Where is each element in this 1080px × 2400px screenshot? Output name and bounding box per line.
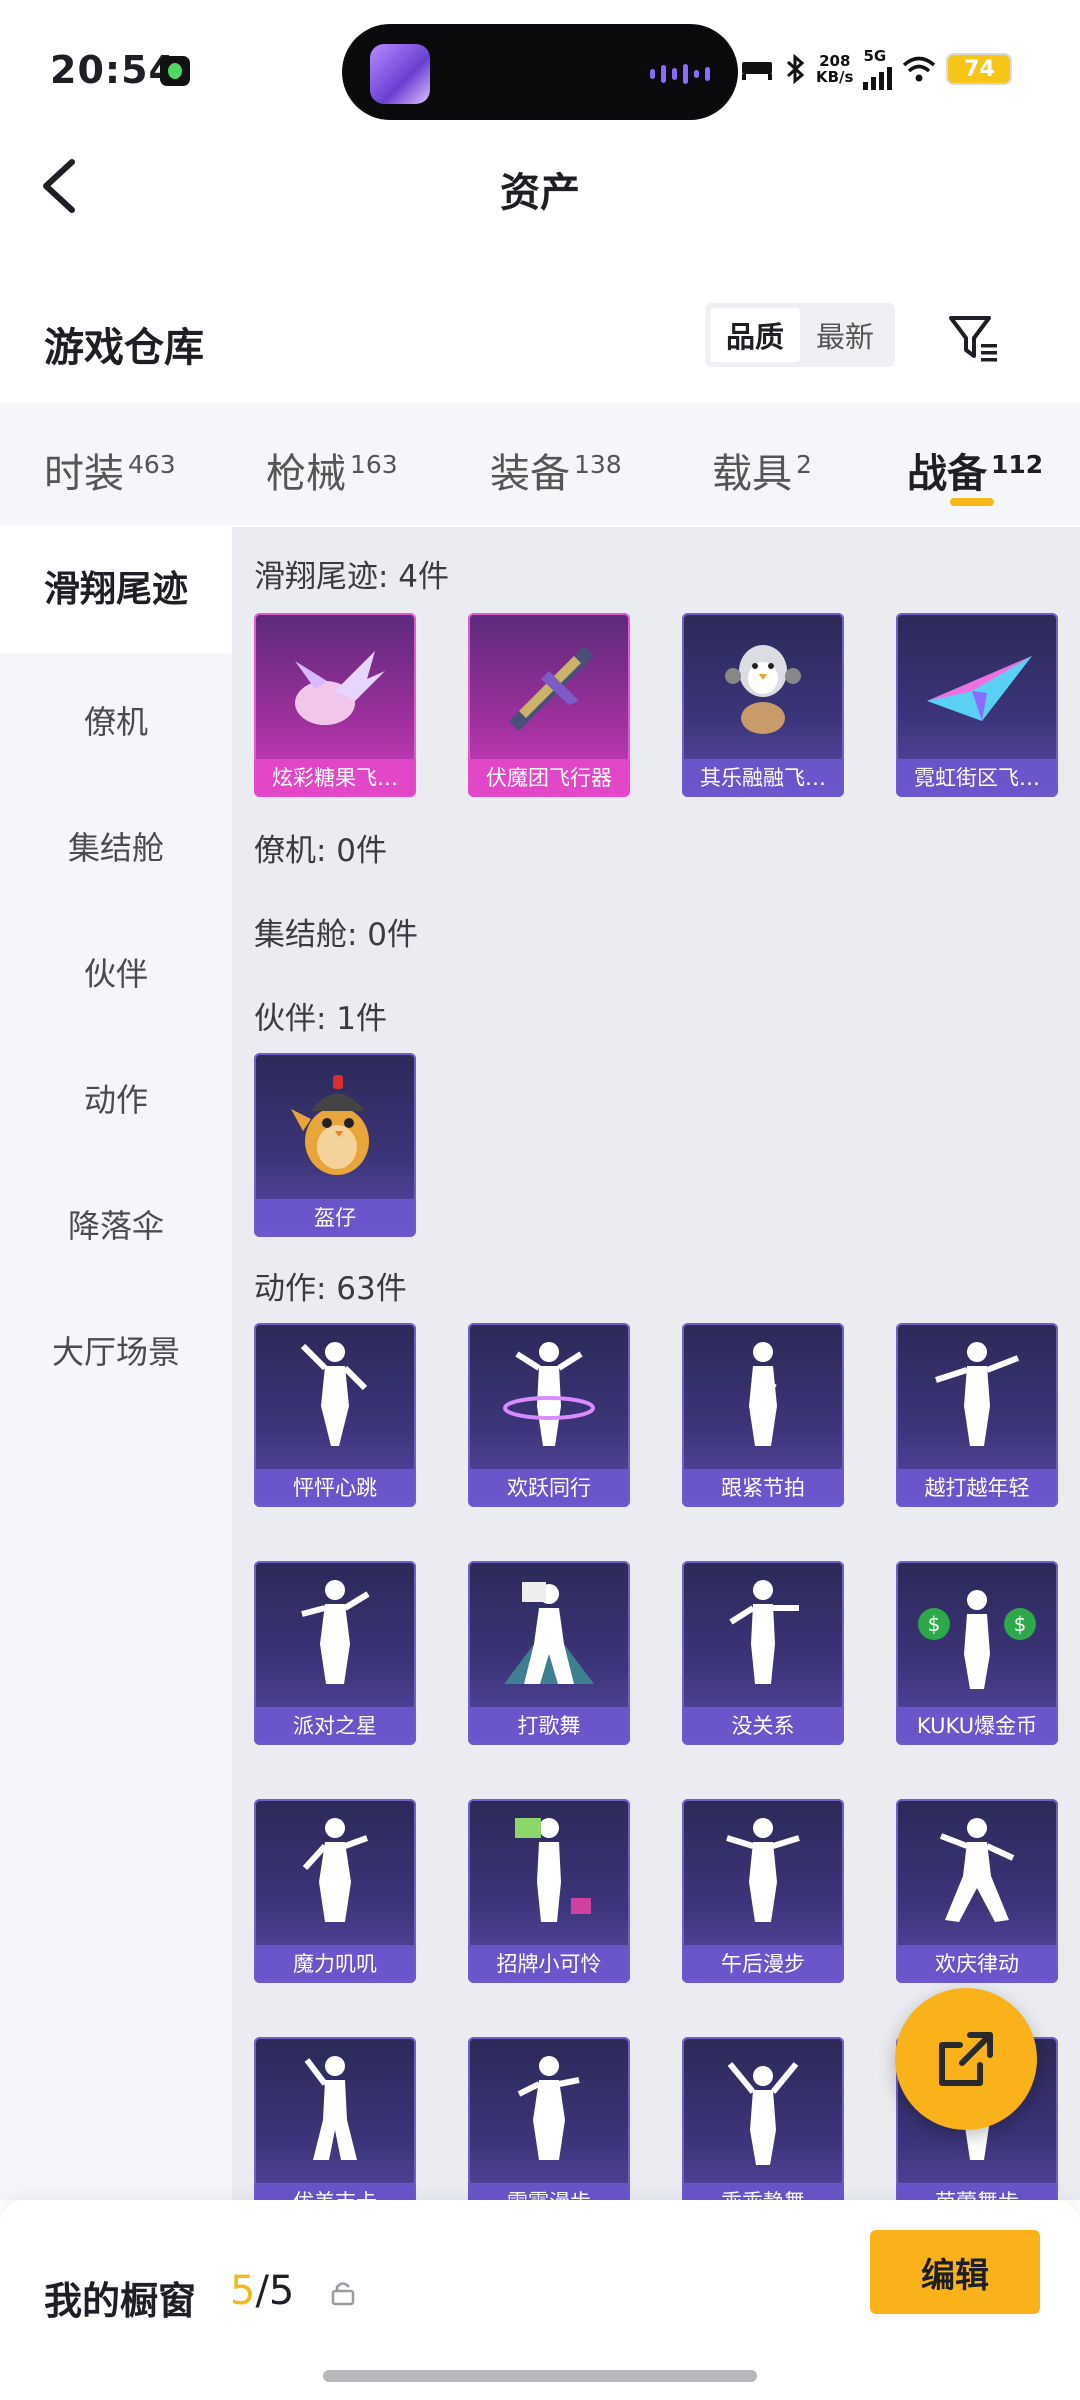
item-card[interactable]: 欢庆律动 [896, 1799, 1058, 1983]
emote-figure-icon: $ $ [896, 1561, 1058, 1707]
home-indicator[interactable] [323, 2370, 757, 2382]
media-artwork [370, 44, 430, 104]
sort-toggle: 品质 最新 [705, 303, 895, 367]
tab-weapons[interactable]: 枪械 163 [266, 441, 398, 499]
item-card[interactable]: 午后漫步 [682, 1799, 844, 1983]
audio-wave-icon [650, 64, 710, 84]
item-card[interactable]: $ $ KUKU爆金币 [896, 1561, 1058, 1745]
network-type: 5G [863, 47, 887, 65]
signal-icon [863, 64, 893, 90]
showcase-bar: 我的橱窗 5/5 编辑 [0, 2200, 1080, 2400]
group-title: 僚机: 0件 [254, 833, 388, 869]
page-title: 资产 [500, 170, 580, 216]
lock-icon[interactable] [330, 2280, 356, 2306]
item-card[interactable]: 欢跃同行 [468, 1323, 630, 1507]
bluetooth-icon [786, 54, 805, 84]
emote-figure-icon [254, 1799, 416, 1945]
app-notification-icon [160, 56, 190, 86]
filter-icon [949, 316, 997, 362]
candy-glider-art [254, 613, 416, 759]
battery-icon: 74 [946, 53, 1013, 85]
item-card[interactable]: 派对之星 [254, 1561, 416, 1745]
tab-equipment[interactable]: 装备 138 [490, 441, 622, 499]
item-card[interactable]: 乖乖静舞 [682, 2037, 844, 2200]
showcase-count: 5/5 [230, 2268, 295, 2314]
item-card[interactable]: 优美吉卡 [254, 2037, 416, 2200]
filter-button[interactable] [945, 310, 1001, 366]
item-card[interactable]: 盔仔 [254, 1053, 416, 1237]
status-bar: 20:54 208 KB/s 5G 74 [0, 0, 1080, 140]
emote-figure-icon [468, 1323, 630, 1469]
tab-vehicles[interactable]: 载具 2 [712, 441, 812, 499]
emote-figure-icon [468, 1561, 630, 1707]
svg-text:$: $ [928, 1612, 941, 1636]
emote-figure-icon [682, 2037, 844, 2183]
category-tabs: 时装 463 枪械 163 装备 138 载具 2 战备 112 [0, 403, 1080, 525]
share-icon [939, 2032, 993, 2086]
bed-icon [742, 62, 772, 80]
emote-figure-icon [682, 1799, 844, 1945]
emote-figure-icon [896, 1323, 1058, 1469]
wifi-icon [903, 56, 936, 82]
item-card[interactable]: 伏魔团飞行器 [468, 613, 630, 797]
emote-figure-icon [468, 2037, 630, 2183]
svg-text:$: $ [1014, 1612, 1027, 1636]
emote-figure-icon [468, 1799, 630, 1945]
item-card[interactable]: 魔力叽叽 [254, 1799, 416, 1983]
sidebar-item-glide-trail[interactable]: 滑翔尾迹 [0, 527, 232, 653]
status-time: 20:54 [50, 48, 176, 92]
emote-figure-icon [254, 1323, 416, 1469]
net-speed: 208 KB/s [816, 52, 854, 86]
emote-figure-icon [896, 1799, 1058, 1945]
helmet-chick-art [254, 1053, 416, 1199]
demon-glider-art [468, 613, 630, 759]
item-card[interactable]: 其乐融融飞… [682, 613, 844, 797]
sidebar-item-parachute[interactable]: 降落伞 [0, 1201, 232, 1247]
item-card[interactable]: 霓虹街区飞… [896, 613, 1058, 797]
item-card[interactable]: 炫彩糖果飞… [254, 613, 416, 797]
neon-glider-art [896, 613, 1058, 759]
tab-fashion[interactable]: 时装 463 [44, 441, 176, 499]
item-grid: 滑翔尾迹: 4件 炫彩糖果飞… 伏魔团飞行器 其乐融融飞… 霓虹街区飞… 僚机:… [232, 527, 1080, 2200]
sidebar-item-lobby-scene[interactable]: 大厅场景 [0, 1327, 232, 1373]
warehouse-title: 游戏仓库 [44, 325, 204, 371]
sort-quality-button[interactable]: 品质 [710, 308, 800, 362]
active-tab-indicator [950, 498, 994, 506]
dynamic-island[interactable] [342, 24, 738, 120]
group-title: 动作: 63件 [254, 1271, 407, 1307]
emote-figure-icon [682, 1323, 844, 1469]
sidebar-item-companion[interactable]: 伙伴 [0, 949, 232, 995]
item-card[interactable]: 没关系 [682, 1561, 844, 1745]
sidebar: 滑翔尾迹 僚机 集结舱 伙伴 动作 降落伞 大厅场景 [0, 527, 232, 2200]
sidebar-item-wingman[interactable]: 僚机 [0, 697, 232, 743]
sidebar-item-emote[interactable]: 动作 [0, 1075, 232, 1121]
penguin-glider-art [682, 613, 844, 759]
sidebar-item-rally-pod[interactable]: 集结舱 [0, 823, 232, 869]
sort-latest-button[interactable]: 最新 [800, 308, 890, 362]
item-card[interactable]: 招牌小可怜 [468, 1799, 630, 1983]
group-title: 伙伴: 1件 [254, 1001, 388, 1037]
emote-figure-icon [254, 2037, 416, 2183]
status-icons: 208 KB/s 5G 74 [740, 47, 1013, 90]
group-title: 集结舱: 0件 [254, 917, 419, 953]
edit-button[interactable]: 编辑 [870, 2230, 1040, 2314]
item-card[interactable]: 怦怦心跳 [254, 1323, 416, 1507]
group-title: 滑翔尾迹: 4件 [254, 559, 450, 595]
tab-battle-prep[interactable]: 战备 112 [907, 441, 1043, 499]
emote-figure-icon [254, 1561, 416, 1707]
item-card[interactable]: 打歌舞 [468, 1561, 630, 1745]
item-card[interactable]: 越打越年轻 [896, 1323, 1058, 1507]
share-button[interactable] [895, 1988, 1037, 2130]
item-card[interactable]: 跟紧节拍 [682, 1323, 844, 1507]
emote-figure-icon [682, 1561, 844, 1707]
item-card[interactable]: 雷霆漫步 [468, 2037, 630, 2200]
showcase-label: 我的橱窗 [44, 2279, 197, 2323]
